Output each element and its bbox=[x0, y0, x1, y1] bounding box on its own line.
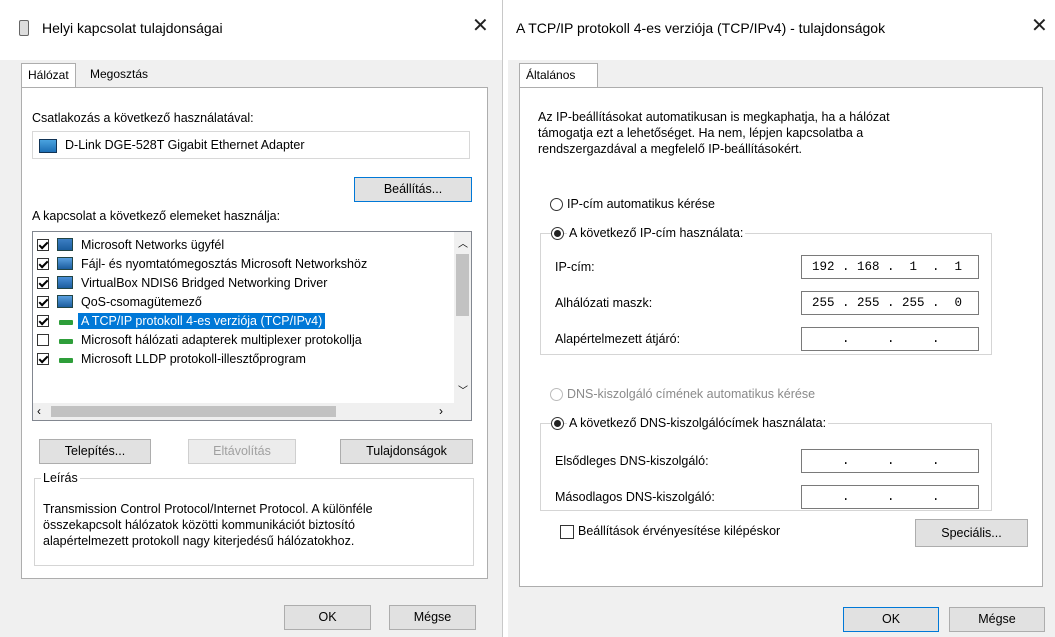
adapter-name: D-Link DGE-528T Gigabit Ethernet Adapter bbox=[65, 138, 305, 152]
tab-general[interactable]: Általános bbox=[519, 63, 598, 88]
dns-group: A következő DNS-kiszolgálócímek használa… bbox=[540, 416, 992, 511]
configure-button[interactable]: Beállítás... bbox=[354, 177, 472, 202]
validate-label[interactable]: Beállítások érvényesítése kilépéskor bbox=[578, 524, 780, 538]
description-line: Transmission Control Protocol/Internet P… bbox=[43, 502, 373, 516]
auto-dns-label: DNS-kiszolgáló címének automatikus kérés… bbox=[567, 387, 816, 401]
title-bar: A TCP/IP protokoll 4-es verziója (TCP/IP… bbox=[508, 0, 1055, 60]
list-item-label: VirtualBox NDIS6 Bridged Networking Driv… bbox=[81, 276, 328, 290]
list-item[interactable]: VirtualBox NDIS6 Bridged Networking Driv… bbox=[33, 274, 453, 293]
components-list[interactable]: Microsoft Networks ügyfél Fájl- és nyomta… bbox=[32, 231, 472, 421]
intro-text: támogatja ezt a lehetőséget. Ha nem, lép… bbox=[538, 126, 864, 140]
list-item-label: Microsoft LLDP protokoll-illesztőprogram bbox=[81, 352, 306, 366]
chevron-left-icon[interactable]: ‹ bbox=[37, 404, 41, 418]
validate-checkbox[interactable] bbox=[560, 525, 574, 539]
description-line: összekapcsolt hálózatok közötti kommunik… bbox=[43, 518, 355, 532]
item-checkbox[interactable] bbox=[37, 334, 49, 346]
list-item-label: Microsoft Networks ügyfél bbox=[81, 238, 225, 252]
list-item-label: A TCP/IP protokoll 4-es verziója (TCP/IP… bbox=[78, 313, 326, 329]
ok-button[interactable]: OK bbox=[843, 607, 939, 632]
ip-group: A következő IP-cím használata: IP-cím: 1… bbox=[540, 226, 992, 355]
intro-text: rendszergazdával a megfelelő IP-beállítá… bbox=[538, 142, 803, 156]
item-checkbox[interactable] bbox=[37, 296, 49, 308]
gateway-label: Alapértelmezett átjáró: bbox=[555, 332, 681, 346]
gateway-input[interactable]: . . . bbox=[801, 327, 979, 351]
connection-properties-window: Helyi kapcsolat tulajdonságai ✕ Hálózat … bbox=[0, 0, 503, 637]
connect-using-label: Csatlakozás a következő használatával: bbox=[32, 111, 254, 125]
auto-ip-label[interactable]: IP-cím automatikus kérése bbox=[567, 197, 715, 211]
chevron-right-icon[interactable]: › bbox=[439, 404, 443, 418]
chevron-down-icon[interactable]: ﹀ bbox=[458, 382, 468, 397]
list-item[interactable]: Microsoft hálózati adapterek multiplexer… bbox=[33, 331, 453, 350]
network-adapter-icon bbox=[39, 139, 57, 153]
auto-dns-radio bbox=[550, 388, 563, 401]
network-tab-panel: Csatlakozás a következő használatával: D… bbox=[21, 87, 488, 579]
close-icon[interactable]: ✕ bbox=[472, 16, 489, 36]
scrollbar-thumb[interactable] bbox=[456, 254, 469, 316]
window-title: A TCP/IP protokoll 4-es verziója (TCP/IP… bbox=[516, 20, 886, 36]
alternate-dns-label: Másodlagos DNS-kiszolgáló: bbox=[555, 490, 715, 504]
description-label: Leírás bbox=[41, 471, 80, 485]
tab-strip: Hálózat Megosztás bbox=[0, 60, 502, 88]
list-item-label: Fájl- és nyomtatómegosztás Microsoft Net… bbox=[81, 257, 368, 271]
item-checkbox[interactable] bbox=[37, 277, 49, 289]
install-button[interactable]: Telepítés... bbox=[39, 439, 151, 464]
properties-button[interactable]: Tulajdonságok bbox=[340, 439, 473, 464]
description-group: Leírás Transmission Control Protocol/Int… bbox=[34, 471, 474, 566]
adapter-box: D-Link DGE-528T Gigabit Ethernet Adapter bbox=[32, 131, 470, 159]
list-item[interactable]: Microsoft LLDP protokoll-illesztőprogram bbox=[33, 350, 453, 369]
cancel-button[interactable]: Mégse bbox=[949, 607, 1045, 632]
tab-sharing[interactable]: Megosztás bbox=[84, 63, 154, 85]
intro-text: Az IP-beállításokat automatikusan is meg… bbox=[538, 110, 890, 124]
list-item-label: Microsoft hálózati adapterek multiplexer… bbox=[81, 333, 362, 347]
protocol-icon bbox=[59, 339, 73, 344]
preferred-dns-input[interactable]: . . . bbox=[801, 449, 979, 473]
item-checkbox[interactable] bbox=[37, 315, 49, 327]
qos-icon bbox=[57, 295, 73, 308]
manual-ip-radio[interactable] bbox=[551, 227, 564, 240]
network-adapter-icon bbox=[19, 20, 29, 36]
ip-address-input[interactable]: 192 . 168 . 1 . 1 bbox=[801, 255, 979, 279]
manual-ip-label[interactable]: A következő IP-cím használata: bbox=[567, 226, 746, 240]
scrollbar-thumb[interactable] bbox=[51, 406, 336, 417]
preferred-dns-label: Elsődleges DNS-kiszolgáló: bbox=[555, 454, 709, 468]
protocol-icon bbox=[59, 320, 73, 325]
close-icon[interactable]: ✕ bbox=[1031, 16, 1048, 36]
list-item[interactable]: Fájl- és nyomtatómegosztás Microsoft Net… bbox=[33, 255, 453, 274]
list-item[interactable]: A TCP/IP protokoll 4-es verziója (TCP/IP… bbox=[33, 312, 453, 331]
network-driver-icon bbox=[57, 276, 73, 289]
tab-strip: Általános bbox=[508, 60, 1055, 88]
manual-dns-label[interactable]: A következő DNS-kiszolgálócímek használa… bbox=[567, 416, 829, 430]
horizontal-scrollbar[interactable]: ‹ › bbox=[33, 403, 471, 420]
item-checkbox[interactable] bbox=[37, 353, 49, 365]
ok-button[interactable]: OK bbox=[284, 605, 371, 630]
item-checkbox[interactable] bbox=[37, 239, 49, 251]
file-sharing-icon bbox=[57, 257, 73, 270]
window-title: Helyi kapcsolat tulajdonságai bbox=[42, 20, 223, 36]
items-label: A kapcsolat a következő elemeket használ… bbox=[32, 209, 281, 223]
tab-network[interactable]: Hálózat bbox=[21, 63, 76, 88]
general-tab-panel: Az IP-beállításokat automatikusan is meg… bbox=[519, 87, 1043, 587]
description-line: alapértelmezett protokoll nagy kiterjedé… bbox=[43, 534, 355, 548]
list-item[interactable]: Microsoft Networks ügyfél bbox=[33, 236, 453, 255]
advanced-button[interactable]: Speciális... bbox=[915, 519, 1028, 547]
list-item[interactable]: QoS-csomagütemező bbox=[33, 293, 453, 312]
manual-dns-radio[interactable] bbox=[551, 417, 564, 430]
uninstall-button: Eltávolítás bbox=[188, 439, 296, 464]
protocol-icon bbox=[59, 358, 73, 363]
chevron-up-icon[interactable]: ︿ bbox=[458, 235, 468, 250]
list-item-label: QoS-csomagütemező bbox=[81, 295, 202, 309]
ipv4-properties-window: A TCP/IP protokoll 4-es verziója (TCP/IP… bbox=[508, 0, 1055, 637]
network-client-icon bbox=[57, 238, 73, 251]
cancel-button[interactable]: Mégse bbox=[389, 605, 476, 630]
alternate-dns-input[interactable]: . . . bbox=[801, 485, 979, 509]
ip-address-label: IP-cím: bbox=[555, 260, 595, 274]
title-bar: Helyi kapcsolat tulajdonságai ✕ bbox=[0, 0, 502, 60]
item-checkbox[interactable] bbox=[37, 258, 49, 270]
subnet-mask-input[interactable]: 255 . 255 . 255 . 0 bbox=[801, 291, 979, 315]
subnet-mask-label: Alhálózati maszk: bbox=[555, 296, 653, 310]
auto-ip-radio[interactable] bbox=[550, 198, 563, 211]
vertical-scrollbar[interactable]: ︿ ﹀ bbox=[454, 232, 471, 403]
